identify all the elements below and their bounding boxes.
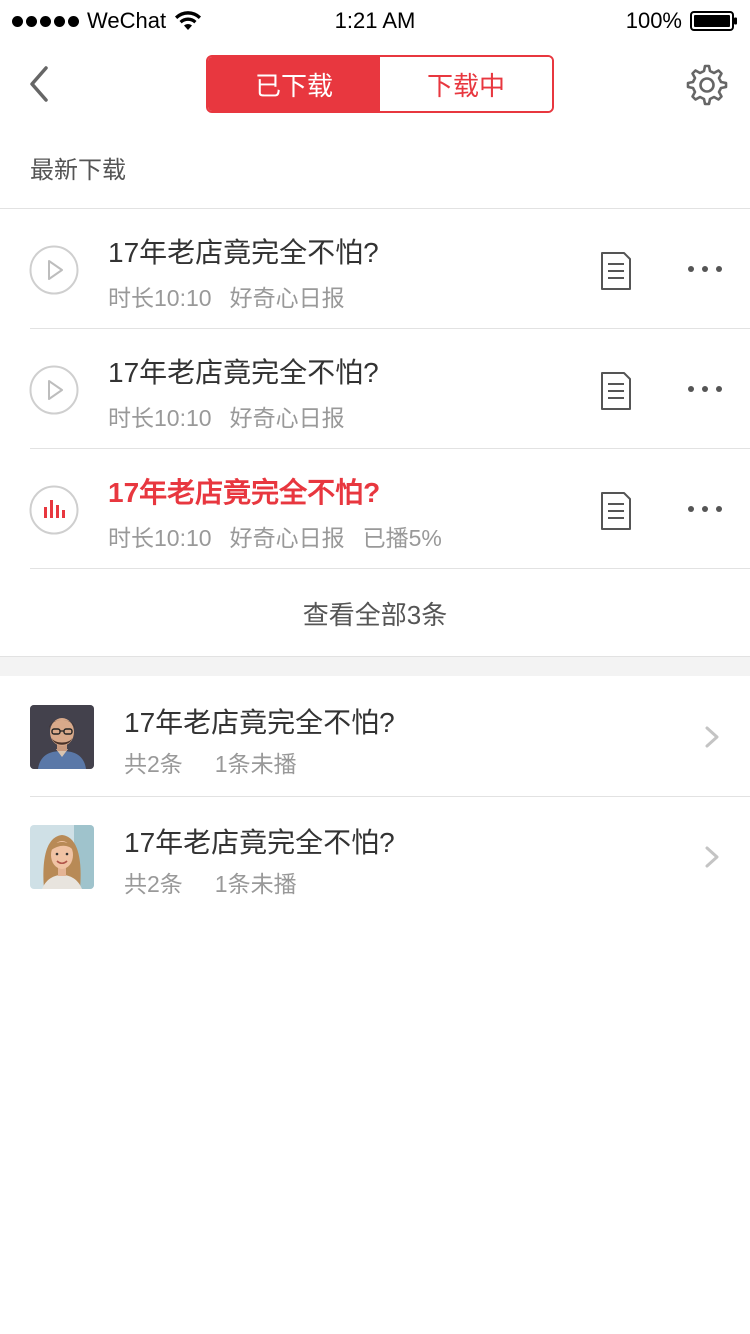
item-title: 17年老店竟完全不怕? xyxy=(108,237,379,268)
battery-icon xyxy=(690,11,737,31)
tab-downloaded[interactable]: 已下载 xyxy=(208,57,380,111)
play-icon[interactable] xyxy=(29,365,79,415)
album-meta: 共2条 1条未播 xyxy=(124,865,297,899)
chevron-right-icon xyxy=(705,726,719,748)
item-progress: 已播5% xyxy=(362,525,442,551)
album-item[interactable]: 17年老店竟完全不怕? 共2条 1条未播 xyxy=(0,797,750,917)
download-item-playing[interactable]: 17年老店竟完全不怕? 时长10:10 好奇心日报 已播5% xyxy=(0,449,750,569)
avatar-woman-image xyxy=(30,825,94,889)
avatar-man-image xyxy=(30,705,94,769)
item-source: 好奇心日报 xyxy=(229,525,345,551)
nav-bar: 已下载 下载中 xyxy=(0,40,750,130)
item-source: 好奇心日报 xyxy=(229,405,345,431)
status-bar: WeChat 1:21 AM 100% xyxy=(0,0,750,40)
download-item[interactable]: 17年老店竟完全不怕? 时长10:10 好奇心日报 xyxy=(0,329,750,449)
equalizer-icon[interactable] xyxy=(29,485,79,535)
album-unplayed: 1条未播 xyxy=(214,871,297,897)
more-icon[interactable] xyxy=(686,501,724,517)
chevron-right-icon xyxy=(705,846,719,868)
item-duration: 时长10:10 xyxy=(108,525,212,551)
view-all-button[interactable]: 查看全部3条 xyxy=(0,570,750,656)
more-icon[interactable] xyxy=(686,381,724,397)
album-count: 共2条 xyxy=(124,871,183,897)
item-source: 好奇心日报 xyxy=(229,285,345,311)
back-icon[interactable] xyxy=(22,62,58,106)
battery-percent: 100% xyxy=(625,8,682,33)
album-count: 共2条 xyxy=(124,751,183,777)
more-icon[interactable] xyxy=(686,261,724,277)
document-icon[interactable] xyxy=(600,491,632,531)
document-icon[interactable] xyxy=(600,371,632,411)
item-title: 17年老店竟完全不怕? xyxy=(108,357,379,388)
section-separator xyxy=(0,656,750,676)
album-item[interactable]: 17年老店竟完全不怕? 共2条 1条未播 xyxy=(0,677,750,797)
item-duration: 时长10:10 xyxy=(108,285,212,311)
tab-downloading[interactable]: 下载中 xyxy=(380,57,552,111)
divider xyxy=(30,568,750,569)
item-duration: 时长10:10 xyxy=(108,405,212,431)
status-right: 100% xyxy=(626,8,738,34)
avatar xyxy=(30,705,94,769)
avatar xyxy=(30,825,94,889)
album-title: 17年老店竟完全不怕? xyxy=(124,827,395,858)
item-meta: 时长10:10 好奇心日报 xyxy=(108,279,345,313)
album-unplayed: 1条未播 xyxy=(214,751,297,777)
gear-icon[interactable] xyxy=(686,64,728,106)
item-meta: 时长10:10 好奇心日报 已播5% xyxy=(108,519,442,553)
document-icon[interactable] xyxy=(600,251,632,291)
album-title: 17年老店竟完全不怕? xyxy=(124,707,395,738)
item-title: 17年老店竟完全不怕? xyxy=(108,477,381,508)
item-meta: 时长10:10 好奇心日报 xyxy=(108,399,345,433)
download-tabs: 已下载 下载中 xyxy=(206,55,554,113)
section-title: 最新下载 xyxy=(30,157,126,184)
album-meta: 共2条 1条未播 xyxy=(124,745,297,779)
play-icon[interactable] xyxy=(29,245,79,295)
download-item[interactable]: 17年老店竟完全不怕? 时长10:10 好奇心日报 xyxy=(0,209,750,329)
